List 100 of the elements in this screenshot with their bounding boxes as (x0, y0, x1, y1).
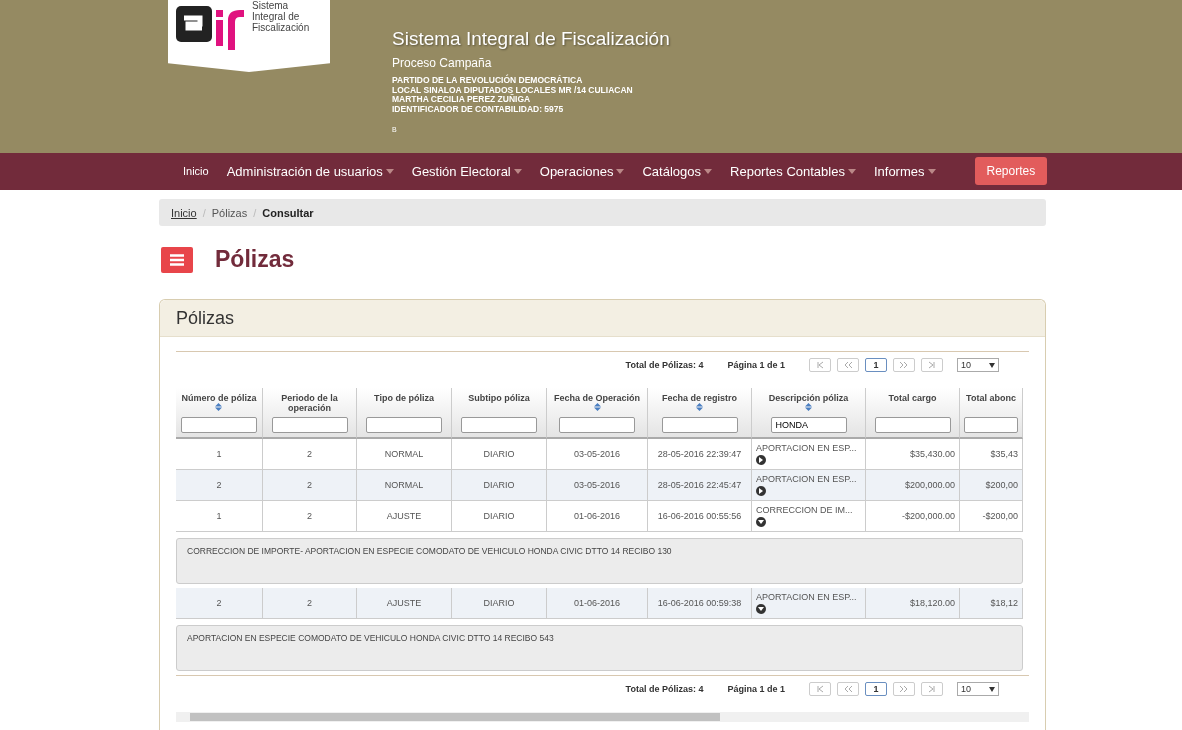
page-size-select[interactable]: 10 (957, 682, 999, 696)
menu-button[interactable] (161, 246, 193, 273)
chevrons-icon (843, 360, 853, 370)
nav-item[interactable]: Reportes Contables (721, 163, 865, 179)
column-header[interactable]: Tipo de póliza (357, 388, 452, 439)
table-cell: 2 (263, 439, 357, 470)
table-cell: $35,43 (960, 439, 1023, 470)
account-detail: PARTIDO DE LA REVOLUCIÓN DEMOCRÁTICA (392, 76, 584, 86)
reports-button[interactable]: Reportes (974, 157, 1048, 186)
nav-item[interactable]: Catálogos (633, 163, 722, 179)
table-cell: $200,000.00 (866, 470, 960, 501)
table-cell: NORMAL (357, 470, 452, 501)
table-cell: 28-05-2016 22:45:47 (648, 470, 752, 501)
nav-item[interactable]: Operaciones (530, 163, 634, 179)
table-cell: $200,00 (960, 470, 1023, 501)
filter-field[interactable] (661, 417, 738, 433)
table-cell: -$200,00 (960, 501, 1023, 532)
table-cell: DIARIO (452, 439, 547, 470)
breadcrumb-separator: / (253, 206, 257, 219)
table-cell: DIARIO (452, 470, 547, 501)
description-text: APORTACION EN ESP... (756, 592, 857, 602)
first-page-button[interactable] (809, 358, 831, 372)
expand-toggle[interactable] (756, 455, 766, 465)
next-page-button[interactable] (893, 358, 915, 372)
menu-icon (170, 253, 184, 266)
account-detail: MARTHA CECILIA PEREZ ZUÑIGA (392, 95, 532, 105)
table-cell: DIARIO (452, 501, 547, 532)
skip-icon (815, 684, 825, 694)
previous-page-button[interactable] (837, 358, 859, 372)
first-page-button[interactable] (809, 682, 831, 696)
expand-toggle[interactable] (756, 604, 766, 614)
caret-icon (989, 686, 995, 692)
table-cell: 16-06-2016 00:55:56 (648, 501, 752, 532)
panel-title: Pólizas (160, 300, 1045, 337)
column-header[interactable]: Subtipo póliza (452, 388, 547, 439)
expand-toggle[interactable] (756, 486, 766, 496)
chevrons-icon (899, 360, 909, 370)
horizontal-scrollbar[interactable] (176, 712, 1029, 722)
column-header[interactable]: Número de póliza (176, 388, 263, 439)
process-label: Proceso Campaña (392, 56, 493, 70)
nav-item[interactable]: Administración de usuarios (217, 163, 403, 179)
breadcrumb-link[interactable]: Inicio (171, 206, 197, 219)
table-cell: 01-06-2016 (547, 588, 648, 619)
column-header[interactable]: Fecha de Operación (547, 388, 648, 439)
table-cell: -$200,000.00 (866, 501, 960, 532)
filter-field[interactable] (181, 417, 257, 433)
column-header[interactable]: Periodo de la operación (263, 388, 357, 439)
table-cell: 2 (263, 501, 357, 532)
filter-field[interactable] (271, 417, 348, 433)
table-cell: 2 (176, 588, 263, 619)
table-cell: 03-05-2016 (547, 470, 648, 501)
filter-field[interactable] (461, 417, 537, 433)
table-cell: 03-05-2016 (547, 439, 648, 470)
page-info: Página 1 de 1 (727, 360, 785, 370)
table-cell: 1 (176, 501, 263, 532)
filter-field[interactable] (964, 417, 1018, 433)
last-page-button[interactable] (921, 682, 943, 696)
total-count: Total de Pólizas: 4 (625, 684, 704, 694)
skip-icon (815, 360, 825, 370)
filter-field[interactable] (559, 417, 635, 433)
last-page-button[interactable] (921, 358, 943, 372)
filter-field[interactable] (366, 417, 442, 433)
table-cell: 2 (176, 470, 263, 501)
skip-icon (927, 684, 937, 694)
previous-page-button[interactable] (837, 682, 859, 696)
account-detail: IDENTIFICADOR DE CONTABILIDAD: 5975 (392, 104, 565, 114)
page-info: Página 1 de 1 (727, 684, 785, 694)
table-cell: 2 (263, 588, 357, 619)
filter-field[interactable] (874, 417, 951, 433)
chevrons-icon (899, 684, 909, 694)
filter-field[interactable]: HONDA (770, 417, 847, 433)
column-header[interactable]: Descripción póliza HONDA (752, 388, 866, 439)
chevron-down-icon (758, 606, 764, 612)
table-cell: 01-06-2016 (547, 501, 648, 532)
table-cell: 28-05-2016 22:39:47 (648, 439, 752, 470)
chevron-down-icon (758, 519, 764, 525)
page-button[interactable]: 1 (865, 682, 887, 696)
table-cell: $18,12 (960, 588, 1023, 619)
logo-text: Sistema Integral de Fiscalización (252, 0, 310, 33)
page-size-select[interactable]: 10 (957, 358, 999, 372)
table-cell: 1 (176, 439, 263, 470)
nav-item[interactable]: Informes (864, 163, 945, 179)
page-button[interactable]: 1 (865, 358, 887, 372)
expand-toggle[interactable] (756, 517, 766, 527)
play-icon (758, 488, 764, 494)
table-cell: AJUSTE (357, 588, 452, 619)
column-header[interactable]: Total cargo (866, 388, 960, 439)
chevrons-icon (843, 684, 853, 694)
breadcrumb-item: Consultar (262, 206, 314, 219)
breadcrumb-separator: / (202, 206, 206, 219)
description-text: CORRECCION DE IM... (756, 505, 853, 515)
table-cell: AJUSTE (357, 501, 452, 532)
nav-item[interactable]: Gestión Electoral (402, 163, 531, 179)
table-cell: 2 (263, 470, 357, 501)
column-header[interactable]: Total abonc (960, 388, 1023, 439)
page-title: Pólizas (215, 246, 295, 273)
next-page-button[interactable] (893, 682, 915, 696)
column-header[interactable]: Fecha de registro (648, 388, 752, 439)
description-text: APORTACION EN ESP... (756, 443, 857, 453)
nav-item[interactable]: Inicio (174, 165, 218, 178)
